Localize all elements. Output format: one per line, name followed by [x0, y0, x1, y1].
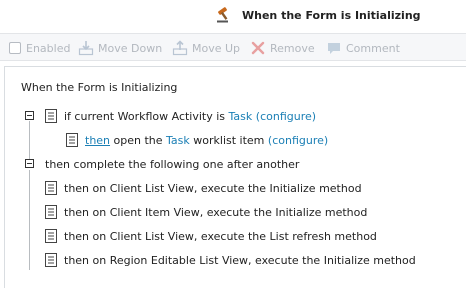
condition-task-link[interactable]: Task — [229, 110, 253, 123]
remove-icon — [251, 41, 265, 55]
action-row[interactable]: then on Client Item View, execute the In… — [45, 203, 367, 221]
move-down-icon — [78, 41, 94, 56]
action-text: open the — [110, 133, 167, 147]
remove-button[interactable]: Remove — [250, 39, 315, 57]
move-up-button[interactable]: Move Up — [172, 39, 240, 57]
move-up-label: Move Up — [192, 41, 241, 55]
gavel-icon — [217, 7, 228, 23]
checkbox-icon[interactable] — [9, 42, 21, 54]
comment-icon — [328, 43, 340, 54]
action-text-suffix: worklist item — [189, 133, 268, 147]
action-configure-link[interactable]: (configure) — [268, 134, 328, 147]
collapse-sequence-toggle[interactable] — [25, 159, 34, 168]
condition-text: if current Workflow Activity is — [64, 109, 229, 123]
enabled-label: Enabled — [26, 41, 71, 55]
action-text: then on Client List View, execute the Li… — [64, 229, 377, 243]
document-icon — [45, 205, 57, 219]
document-icon — [66, 133, 78, 147]
comment-button[interactable]: Comment — [326, 39, 400, 57]
rule-root-title: When the Form is Initializing — [21, 81, 178, 94]
action-text: then on Client List View, execute the In… — [64, 181, 362, 195]
collapse-condition-toggle[interactable] — [25, 111, 34, 120]
document-icon — [45, 181, 57, 195]
remove-label: Remove — [270, 41, 315, 55]
page-title: When the Form is Initializing — [242, 9, 421, 22]
action-task-link[interactable]: Task — [166, 134, 190, 147]
condition-configure-link[interactable]: (configure) — [256, 110, 316, 123]
tree-connector — [29, 170, 30, 270]
tree-connector — [29, 121, 30, 160]
action-text: then on Client Item View, execute the In… — [64, 205, 368, 219]
action-text: then on Region Editable List View, execu… — [64, 253, 416, 267]
move-down-button[interactable]: Move Down — [78, 39, 162, 57]
move-down-label: Move Down — [98, 41, 163, 55]
enabled-checkbox[interactable]: Enabled — [9, 39, 70, 57]
action-row[interactable]: then on Client List View, execute the In… — [45, 179, 362, 197]
then-action-row[interactable]: then open the Task worklist item (config… — [66, 131, 328, 149]
title-bar: When the Form is Initializing — [0, 0, 466, 32]
action-row[interactable]: then on Region Editable List View, execu… — [45, 251, 416, 269]
move-up-icon — [172, 40, 188, 56]
action-row[interactable]: then on Client List View, execute the Li… — [45, 227, 377, 245]
document-icon — [45, 229, 57, 243]
sequence-label: then complete the following one after an… — [45, 157, 300, 171]
toolbar: Enabled Move Down Move Up Remove Comment — [0, 33, 466, 61]
document-icon — [45, 109, 57, 123]
then-link[interactable]: then — [85, 134, 110, 147]
comment-label: Comment — [346, 41, 400, 55]
document-icon — [45, 253, 57, 267]
condition-row[interactable]: if current Workflow Activity is Task (co… — [45, 107, 316, 125]
sequence-row[interactable]: then complete the following one after an… — [45, 155, 299, 173]
